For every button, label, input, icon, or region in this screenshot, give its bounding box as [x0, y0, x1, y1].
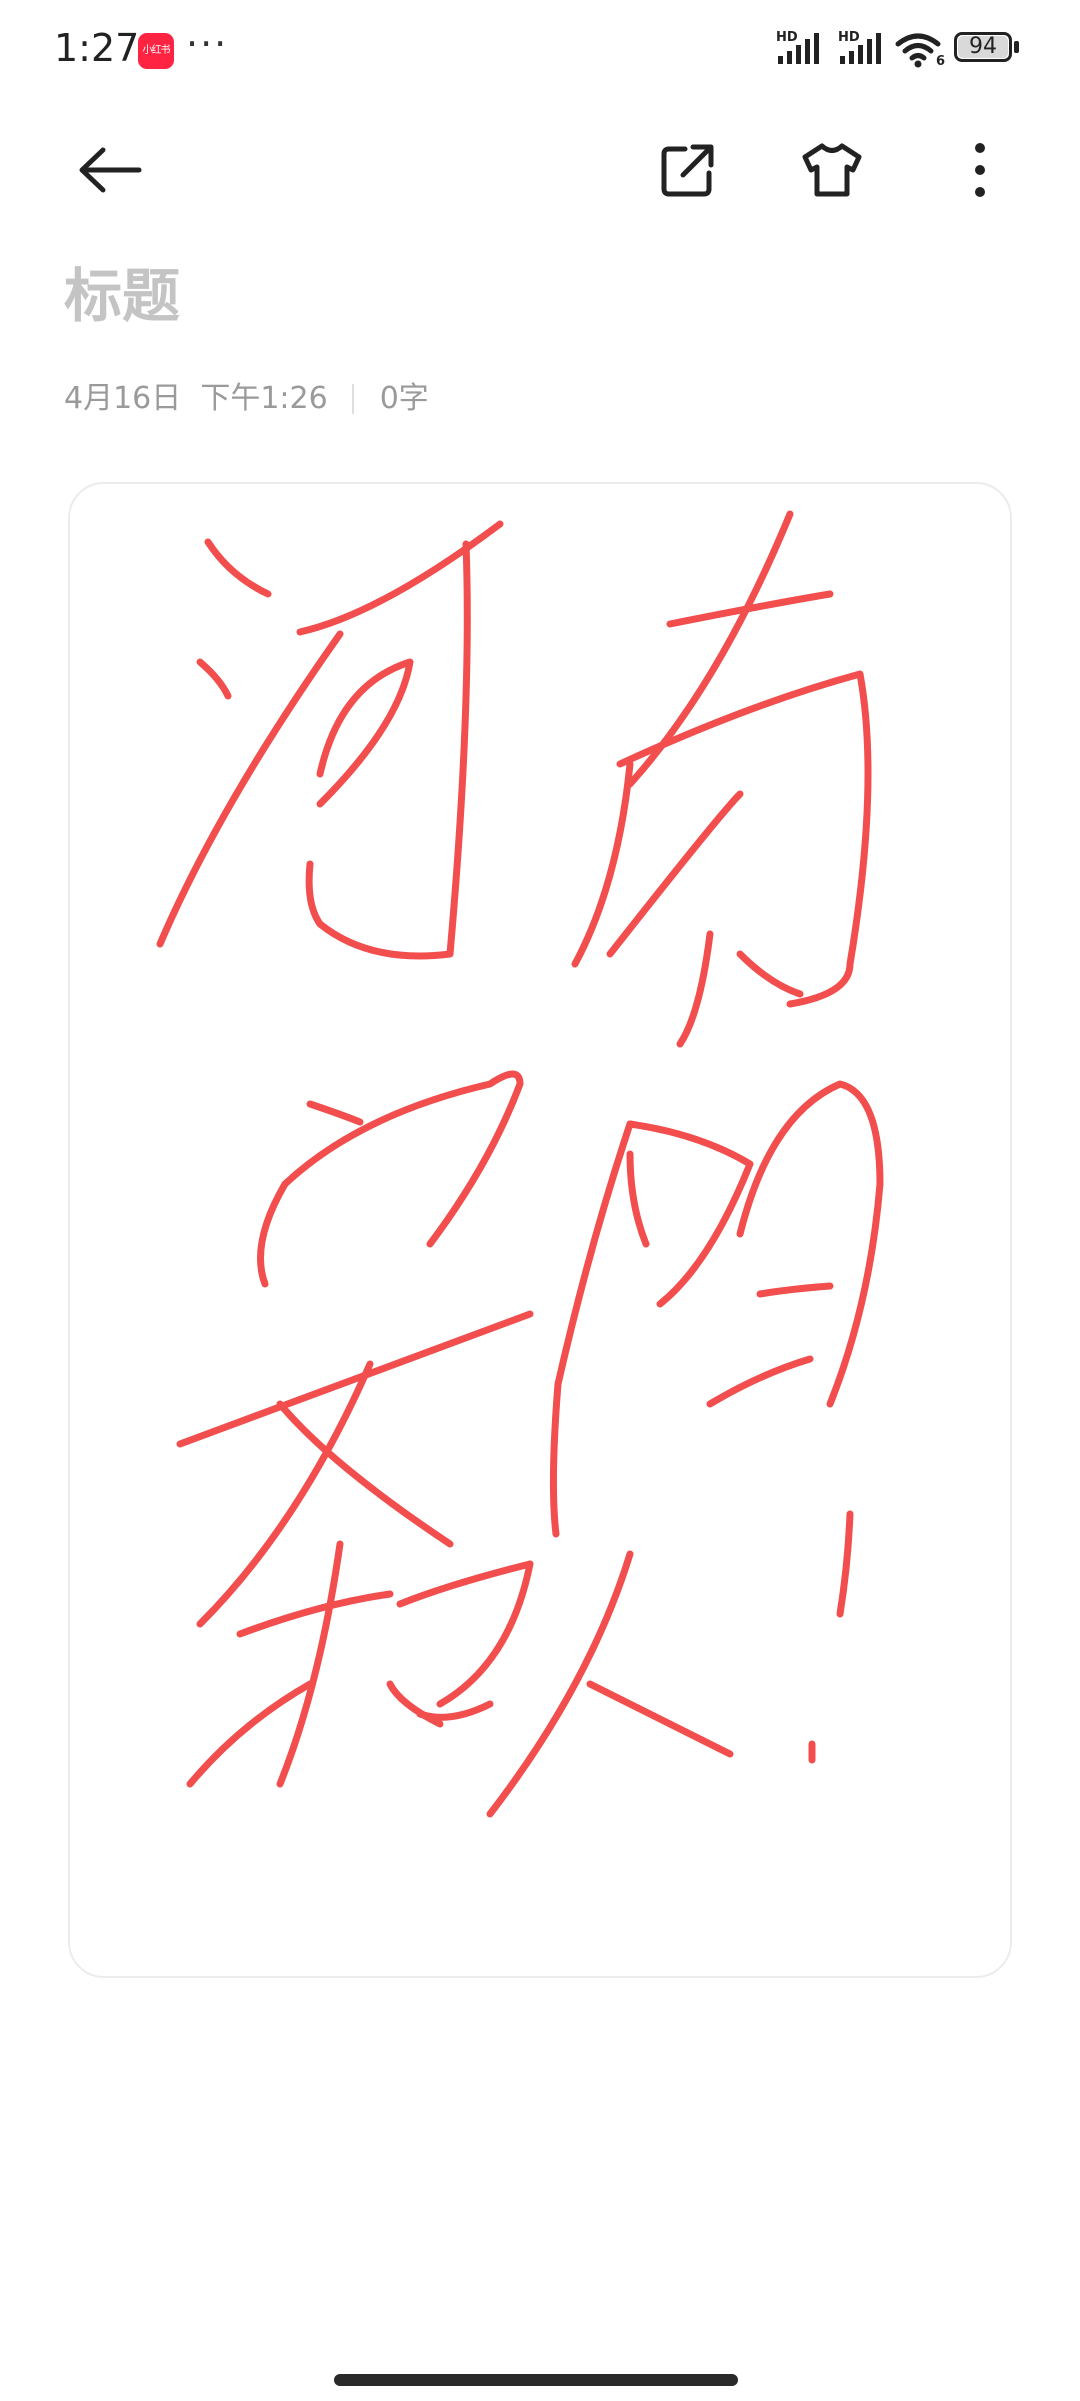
wifi-icon: 6	[894, 30, 946, 70]
xiaohongshu-app-icon: 小红书	[138, 33, 174, 69]
divider	[351, 384, 354, 414]
theme-button[interactable]	[792, 130, 872, 210]
note-meta: 4月16日 下午1:26 0字	[64, 375, 429, 423]
battery-level: 94	[969, 34, 997, 59]
home-indicator[interactable]	[334, 2374, 738, 2386]
arrow-left-icon	[79, 147, 142, 193]
status-more-icon: ···	[186, 22, 229, 66]
tshirt-icon	[802, 143, 862, 197]
more-vertical-icon	[975, 143, 985, 197]
share-external-icon	[661, 144, 714, 197]
share-button[interactable]	[648, 130, 728, 210]
note-date: 4月16日 下午1:26	[64, 381, 328, 416]
title-input[interactable]: 标题	[64, 258, 180, 334]
status-time: 1:27	[54, 26, 140, 70]
back-button[interactable]	[70, 135, 150, 205]
wifi-6-label: 6	[936, 54, 946, 69]
word-count: 0字	[379, 381, 429, 416]
more-menu-button[interactable]	[940, 130, 1020, 210]
drawing-canvas[interactable]	[68, 482, 1012, 1978]
battery-icon: 94	[954, 32, 1022, 64]
handwriting-drawing	[156, 510, 884, 1818]
